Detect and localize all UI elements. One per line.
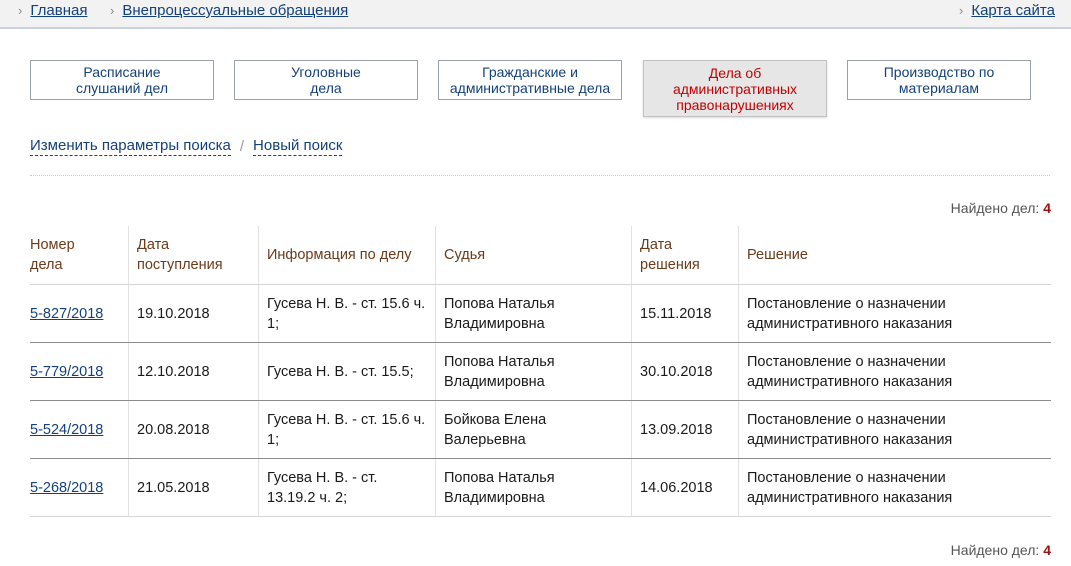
chevron-right-icon: › bbox=[110, 3, 115, 18]
new-search-link[interactable]: Новый поиск bbox=[253, 137, 343, 156]
table-row: 5-524/2018 20.08.2018 Гусева Н. В. - ст.… bbox=[30, 400, 1051, 459]
case-number-cell: 5-827/2018 bbox=[30, 284, 129, 343]
header-case-number: Номер дела bbox=[30, 226, 129, 285]
divider bbox=[30, 175, 1050, 176]
decision-date-cell: 13.09.2018 bbox=[631, 400, 739, 459]
header-decision: Решение bbox=[738, 226, 1051, 285]
chevron-right-icon: › bbox=[18, 3, 23, 18]
case-number-cell: 5-524/2018 bbox=[30, 400, 129, 459]
found-count-bottom: Найдено дел: 4 bbox=[951, 542, 1051, 558]
table-row: 5-779/2018 12.10.2018 Гусева Н. В. - ст.… bbox=[30, 342, 1051, 401]
search-links: Изменить параметры поиска / Новый поиск bbox=[30, 137, 343, 156]
table-row: 5-827/2018 19.10.2018 Гусева Н. В. - ст.… bbox=[30, 284, 1051, 343]
judge-cell: Попова Наталья Владимировна bbox=[435, 458, 632, 517]
case-info-cell: Гусева Н. В. - ст. 15.6 ч. 1; bbox=[258, 400, 436, 459]
case-info-cell: Гусева Н. В. - ст. 15.6 ч. 1; bbox=[258, 284, 436, 343]
decision-cell: Постановление о назначении административ… bbox=[738, 342, 1051, 401]
decision-cell: Постановление о назначении административ… bbox=[738, 458, 1051, 517]
breadcrumb-section: › Внепроцессуальные обращения bbox=[110, 2, 348, 19]
table-row: 5-268/2018 21.05.2018 Гусева Н. В. - ст.… bbox=[30, 458, 1051, 517]
judge-cell: Попова Наталья Владимировна bbox=[435, 342, 632, 401]
judge-cell: Попова Наталья Владимировна bbox=[435, 284, 632, 343]
received-date-cell: 19.10.2018 bbox=[128, 284, 259, 343]
header-received-date: Дата поступления bbox=[128, 226, 259, 285]
received-date-cell: 21.05.2018 bbox=[128, 458, 259, 517]
change-search-params-link[interactable]: Изменить параметры поиска bbox=[30, 137, 231, 156]
category-hearing-schedule-button[interactable]: Расписание слушаний дел bbox=[30, 60, 214, 100]
breadcrumb-home: › Главная bbox=[18, 2, 87, 19]
category-civil-admin-cases-button[interactable]: Гражданские и административные дела bbox=[438, 60, 622, 100]
found-label: Найдено дел: bbox=[950, 200, 1040, 216]
case-info-cell: Гусева Н. В. - ст. 15.5; bbox=[258, 342, 436, 401]
sitemap-link[interactable]: Карта сайта bbox=[971, 2, 1055, 19]
case-number-cell: 5-779/2018 bbox=[30, 342, 129, 401]
search-links-separator: / bbox=[239, 138, 245, 155]
decision-date-cell: 14.06.2018 bbox=[631, 458, 739, 517]
category-admin-offenses-button[interactable]: Дела об административных правонарушениях bbox=[643, 60, 827, 117]
decision-cell: Постановление о назначении административ… bbox=[738, 400, 1051, 459]
received-date-cell: 12.10.2018 bbox=[128, 342, 259, 401]
decision-cell: Постановление о назначении административ… bbox=[738, 284, 1051, 343]
case-info-cell: Гусева Н. В. - ст. 13.19.2 ч. 2; bbox=[258, 458, 436, 517]
category-criminal-cases-button[interactable]: Уголовные дела bbox=[234, 60, 418, 100]
case-link[interactable]: 5-524/2018 bbox=[30, 422, 103, 438]
found-number: 4 bbox=[1043, 542, 1051, 558]
top-breadcrumb-bar: › Главная › Внепроцессуальные обращения … bbox=[0, 0, 1071, 29]
found-label: Найдено дел: bbox=[950, 542, 1040, 558]
judge-cell: Бойкова Елена Валерьевна bbox=[435, 400, 632, 459]
found-count-top: Найдено дел: 4 bbox=[951, 200, 1051, 216]
decision-date-cell: 30.10.2018 bbox=[631, 342, 739, 401]
chevron-right-icon: › bbox=[959, 3, 964, 18]
header-judge: Судья bbox=[435, 226, 632, 285]
found-number: 4 bbox=[1043, 200, 1051, 216]
header-case-info: Информация по делу bbox=[258, 226, 436, 285]
decision-date-cell: 15.11.2018 bbox=[631, 284, 739, 343]
received-date-cell: 20.08.2018 bbox=[128, 400, 259, 459]
results-table: Номер дела Дата поступления Информация п… bbox=[30, 226, 1051, 517]
case-link[interactable]: 5-268/2018 bbox=[30, 480, 103, 496]
home-link[interactable]: Главная bbox=[30, 2, 87, 19]
table-header-row: Номер дела Дата поступления Информация п… bbox=[30, 226, 1051, 285]
case-link[interactable]: 5-827/2018 bbox=[30, 306, 103, 322]
header-decision-date: Дата решения bbox=[631, 226, 739, 285]
section-link[interactable]: Внепроцессуальные обращения bbox=[122, 2, 348, 19]
breadcrumb-sitemap: › Карта сайта bbox=[959, 2, 1055, 19]
case-number-cell: 5-268/2018 bbox=[30, 458, 129, 517]
case-link[interactable]: 5-779/2018 bbox=[30, 364, 103, 380]
category-materials-button[interactable]: Производство по материалам bbox=[847, 60, 1031, 100]
